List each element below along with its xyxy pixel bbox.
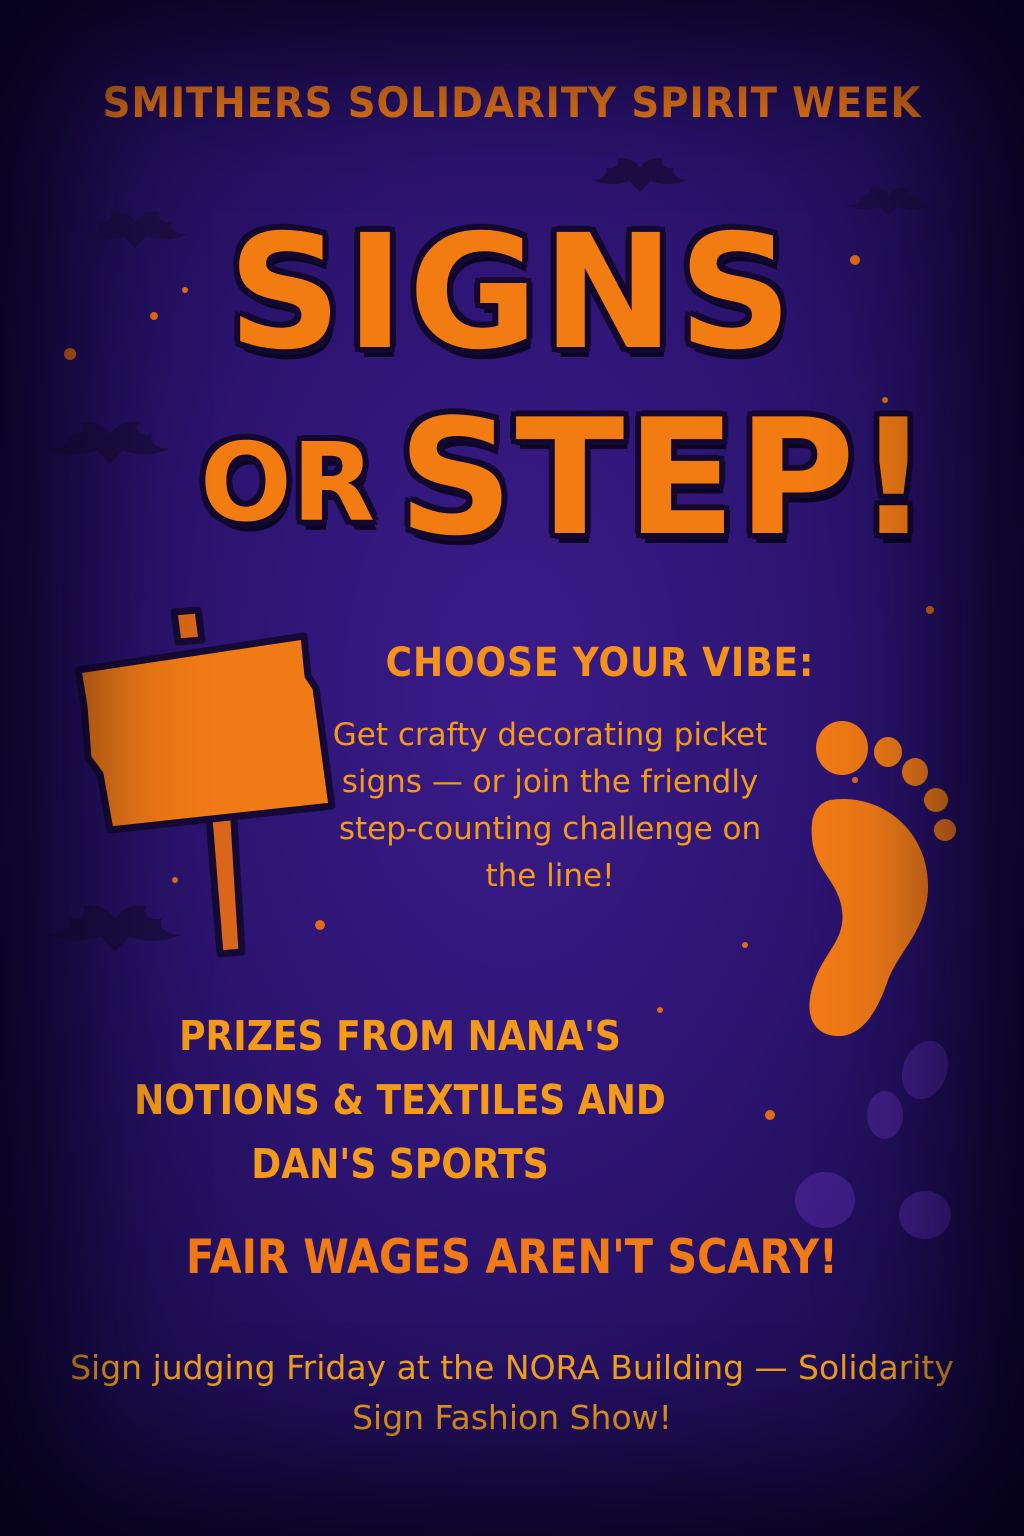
event-title: SMITHERS SOLIDARITY SPIRIT WEEK <box>102 78 922 127</box>
faint-footprints <box>795 1040 951 1239</box>
footer-info: Sign judging Friday at the NORA Building… <box>70 1348 954 1437</box>
headline-signs: SIGNS <box>227 201 797 385</box>
poster: SMITHERS SOLIDARITY SPIRIT WEEK SIGNS OR… <box>0 0 1024 1536</box>
headline-or: OR <box>200 421 375 546</box>
choose-description: Get crafty decorating picket signs — or … <box>332 717 768 894</box>
choose-heading: CHOOSE YOUR VIBE: <box>385 640 815 686</box>
prizes-text: PRIZES FROM NANA'S NOTIONS & TEXTILES AN… <box>134 1012 666 1188</box>
footprint-icon <box>809 721 956 1037</box>
slogan: FAIR WAGES AREN'T SCARY! <box>186 1230 838 1285</box>
picket-sign-icon <box>74 606 336 958</box>
headline-step: STEP! <box>398 384 932 571</box>
